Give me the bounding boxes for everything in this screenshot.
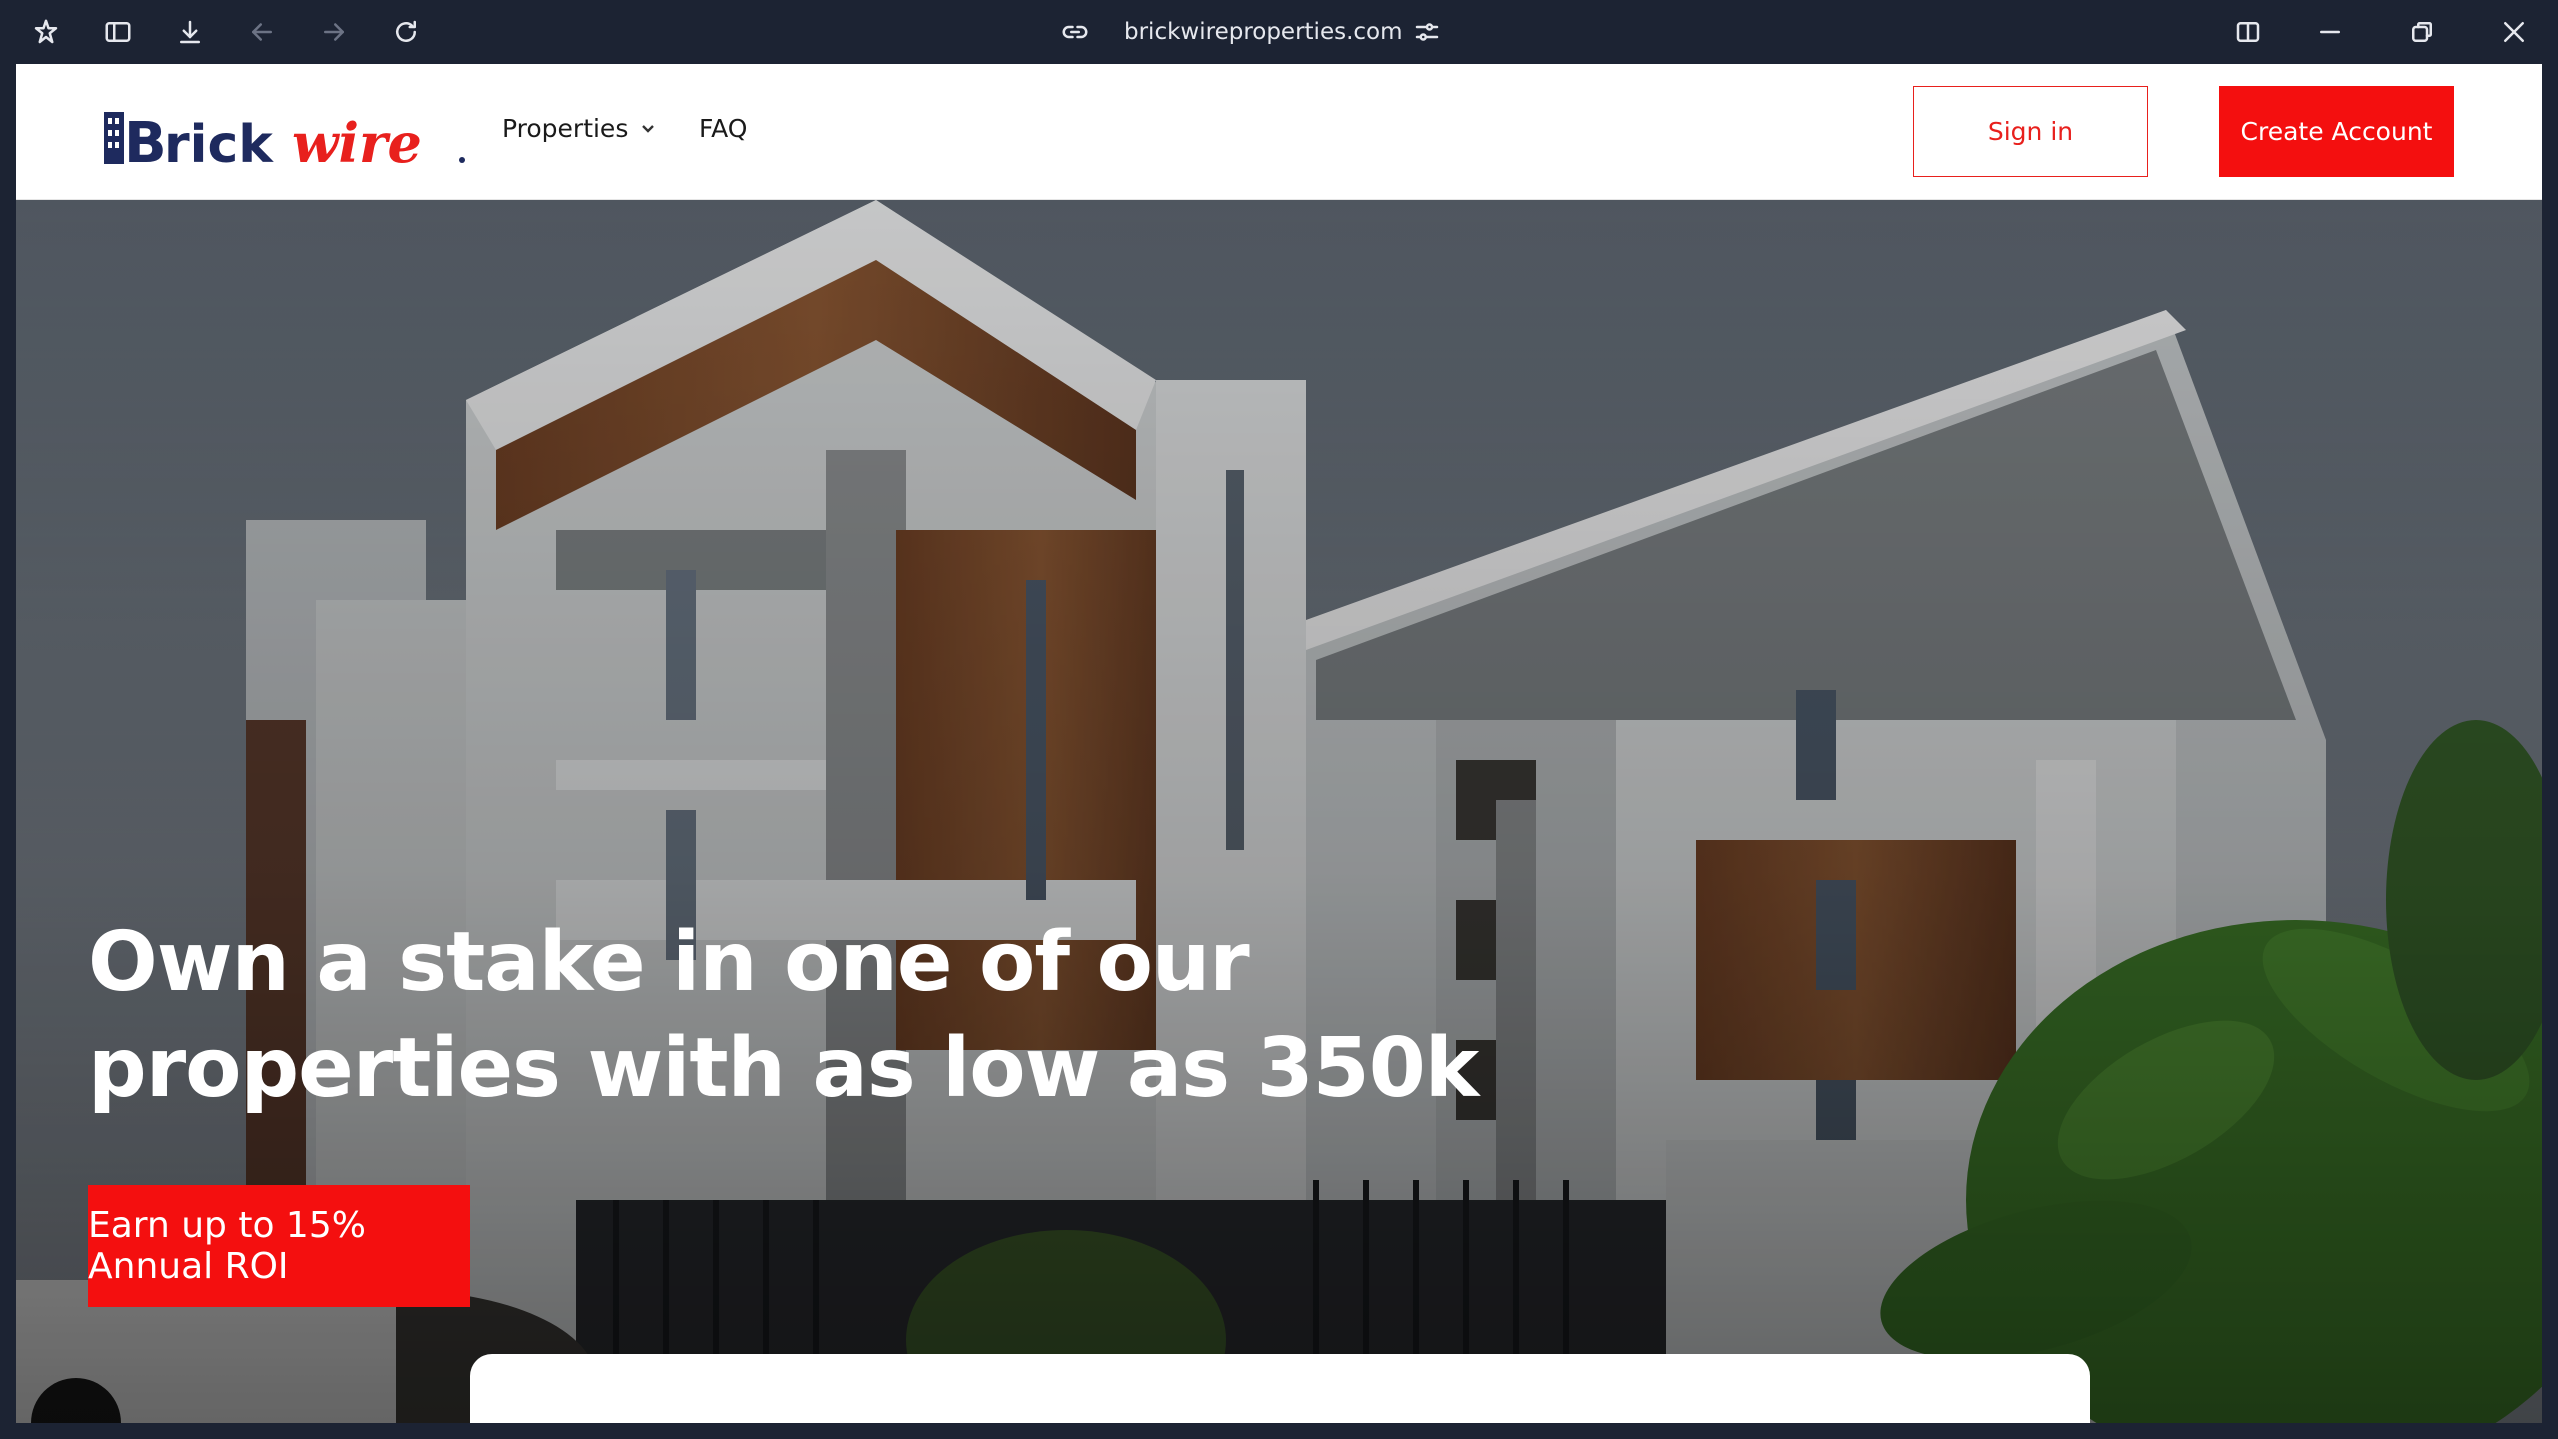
forward-arrow-icon[interactable] [314,12,354,52]
svg-text:wire: wire [292,111,422,175]
nav-faq[interactable]: FAQ [699,114,747,143]
site-header: B rick wire Properties FAQ Sign in Creat… [16,64,2542,200]
search-card [470,1354,2090,1423]
hero-section: Own a stake in one of our properties wit… [16,200,2542,1423]
restore-icon[interactable] [2402,12,2442,52]
address-bar[interactable]: brickwireproperties.com [1124,14,1403,50]
create-account-button[interactable]: Create Account [2219,86,2454,177]
site-settings-icon[interactable] [1407,12,1447,52]
chevron-down-icon [642,124,655,133]
nav-faq-label: FAQ [699,114,748,143]
sidebar-toggle-icon[interactable] [98,12,138,52]
brickwire-logo[interactable]: B rick wire [102,98,486,178]
browser-toolbar: brickwireproperties.com [0,0,2558,64]
page-viewport: B rick wire Properties FAQ Sign in Creat… [16,64,2542,1423]
close-icon[interactable] [2494,12,2534,52]
svg-text:rick: rick [164,115,274,175]
split-view-icon[interactable] [2228,12,2268,52]
nav-properties-label: Properties [502,114,629,143]
back-arrow-icon[interactable] [242,12,282,52]
sign-in-button[interactable]: Sign in [1913,86,2148,177]
link-icon[interactable] [1055,12,1095,52]
svg-text:B: B [124,111,167,176]
roi-cta-button[interactable]: Earn up to 15% Annual ROI [88,1185,470,1307]
hero-title: Own a stake in one of our properties wit… [88,915,1479,1116]
reload-icon[interactable] [386,12,426,52]
nav-properties[interactable]: Properties [502,114,658,143]
app-logo-icon[interactable] [26,12,66,52]
download-icon[interactable] [170,12,210,52]
minimize-icon[interactable] [2310,12,2350,52]
